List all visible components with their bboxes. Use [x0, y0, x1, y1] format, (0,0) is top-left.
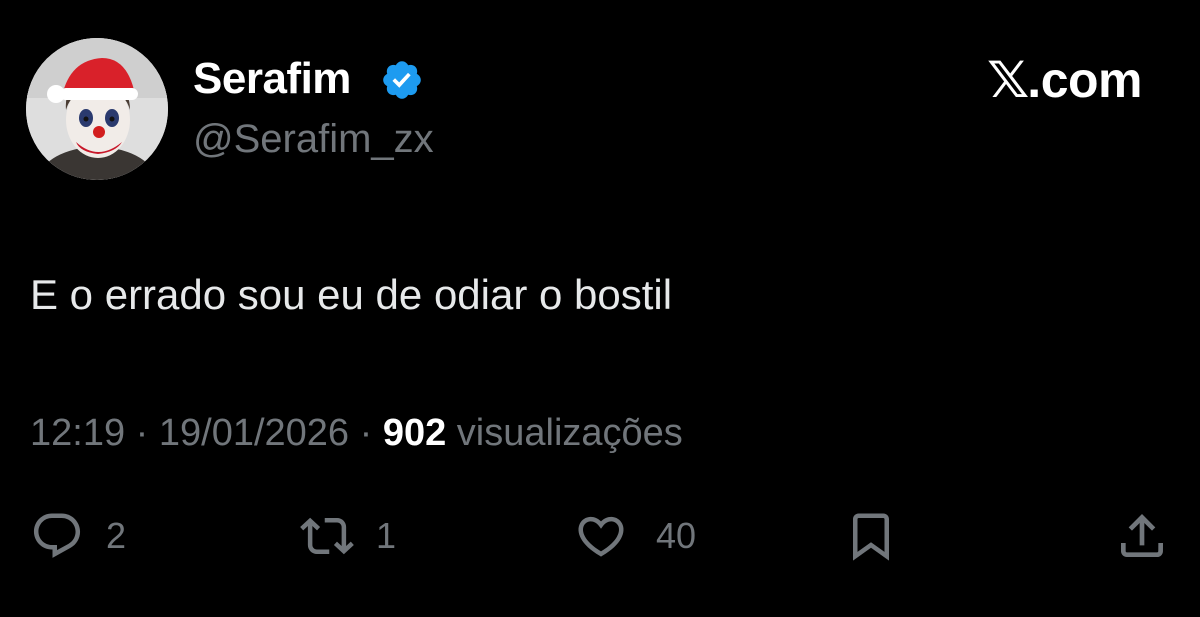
- meta-separator: ·: [349, 412, 383, 454]
- x-logo: 𝕏.com: [986, 51, 1143, 109]
- retweet-icon: [300, 517, 354, 555]
- share-icon: [1121, 514, 1163, 557]
- bookmark-icon: [853, 513, 889, 561]
- retweet-button[interactable]: 1: [296, 508, 396, 564]
- tweet-text: E o errado sou eu de odiar o bostil: [30, 271, 673, 318]
- reply-icon: [33, 513, 81, 558]
- author-display-name[interactable]: Serafim: [193, 54, 351, 104]
- verified-badge-icon: [383, 61, 421, 99]
- reply-button[interactable]: 2: [30, 508, 126, 564]
- tweet-date[interactable]: 19/01/2026: [159, 412, 349, 454]
- avatar-image: [26, 38, 168, 180]
- retweet-count: 1: [376, 515, 397, 556]
- bookmark-button[interactable]: [844, 508, 898, 564]
- avatar[interactable]: [26, 38, 168, 180]
- reply-count: 2: [106, 515, 127, 556]
- x-logo-suffix: .com: [1027, 52, 1142, 108]
- like-count: 40: [656, 515, 697, 556]
- share-button[interactable]: [1114, 508, 1170, 564]
- meta-separator: ·: [125, 412, 159, 454]
- views-label: visualizações: [446, 412, 683, 454]
- tweet-time[interactable]: 12:19: [30, 412, 125, 454]
- x-logo-mark: 𝕏: [986, 51, 1029, 109]
- tweet-meta: 12:19 · 19/01/2026 · 902 visualizações: [30, 408, 683, 458]
- views-count: 902: [382, 412, 447, 454]
- author-handle[interactable]: @Serafim_zx: [193, 114, 434, 164]
- like-button[interactable]: 40: [572, 508, 696, 564]
- heart-icon: [578, 516, 624, 557]
